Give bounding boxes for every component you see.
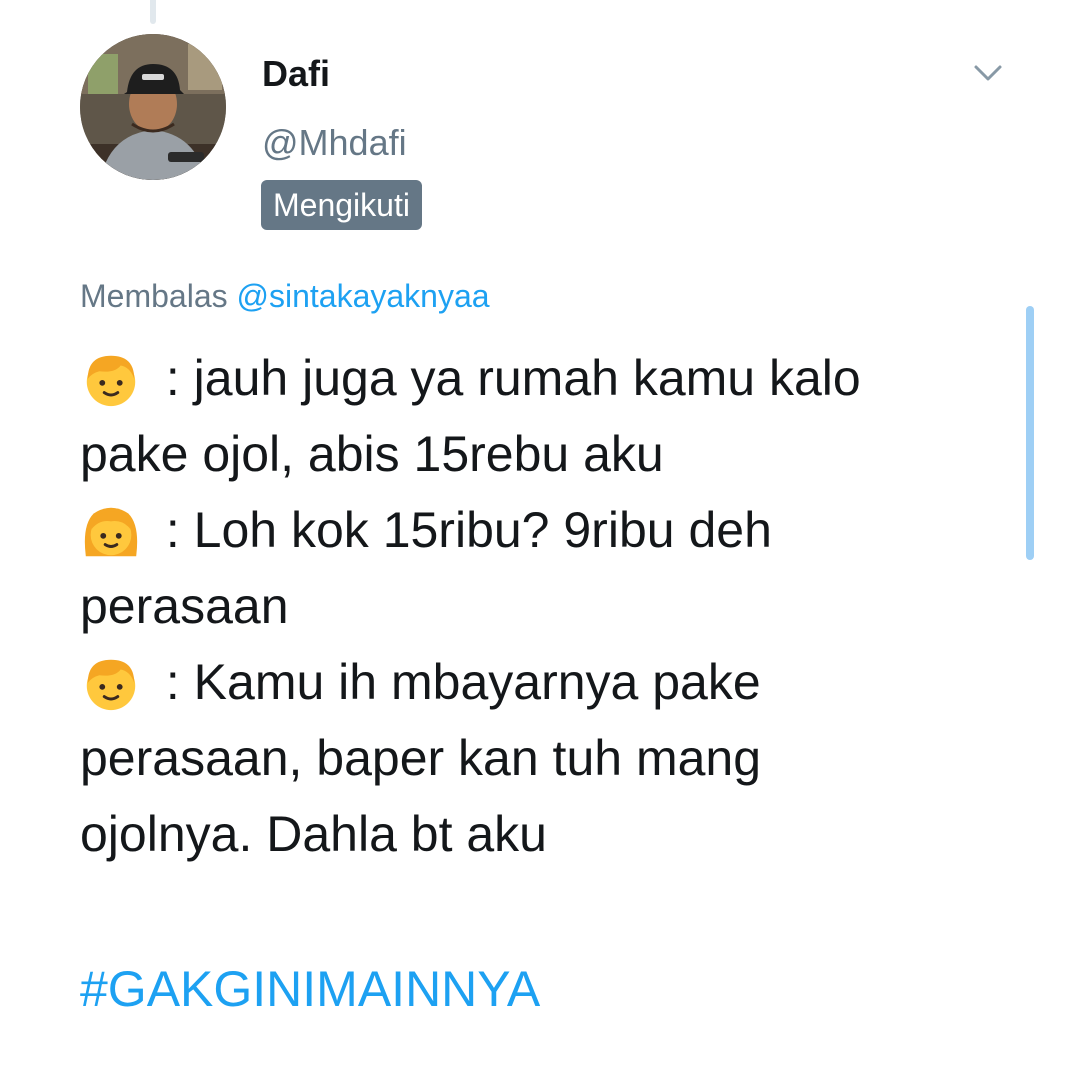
avatar-photo (80, 34, 226, 180)
thread-connector-line (150, 0, 156, 24)
tweet-line-text: ojolnya. Dahla bt aku (80, 806, 547, 862)
tweet-line-text: perasaan, baper kan tuh mang (80, 730, 762, 786)
girl-emoji-icon (80, 492, 152, 568)
tweet-menu-button[interactable] (968, 58, 1008, 88)
tweet-line: pake ojol, abis 15rebu aku (80, 416, 1020, 492)
tweet-body: : jauh juga ya rumah kamu kalo pake ojol… (80, 340, 1020, 872)
tweet-line-text: pake ojol, abis 15rebu aku (80, 426, 664, 482)
author-handle[interactable]: @Mhdafi (262, 121, 407, 165)
scroll-indicator[interactable] (1026, 306, 1034, 560)
tweet-line-text: : Kamu ih mbayarnya pake (152, 654, 761, 710)
tweet-line: ojolnya. Dahla bt aku (80, 796, 1020, 872)
tweet-line-text: : jauh juga ya rumah kamu kalo (152, 350, 861, 406)
tweet-line: perasaan, baper kan tuh mang (80, 720, 1020, 796)
tweet-line: : Kamu ih mbayarnya pake (80, 644, 1020, 720)
tweet-line: : Loh kok 15ribu? 9ribu deh (80, 492, 1020, 568)
following-badge: Mengikuti (261, 180, 422, 230)
tweet-screen: Dafi @Mhdafi Mengikuti Membalas @sintaka… (0, 0, 1080, 1080)
tweet-line-text: perasaan (80, 578, 289, 634)
tweet-line-text: : Loh kok 15ribu? 9ribu deh (152, 502, 772, 558)
boy-emoji-icon (80, 340, 152, 416)
hashtag-link[interactable]: #GAKGINIMAINNYA (80, 954, 540, 1024)
tweet-line: : jauh juga ya rumah kamu kalo (80, 340, 1020, 416)
author-display-name[interactable]: Dafi (262, 52, 330, 96)
chevron-down-icon (974, 65, 1002, 81)
reply-prefix: Membalas (80, 278, 228, 314)
boy-emoji-icon (80, 644, 152, 720)
avatar[interactable] (80, 34, 226, 180)
reply-context: Membalas @sintakayaknyaa (80, 274, 490, 318)
tweet-line: perasaan (80, 568, 1020, 644)
reply-mention-link[interactable]: @sintakayaknyaa (237, 278, 490, 314)
